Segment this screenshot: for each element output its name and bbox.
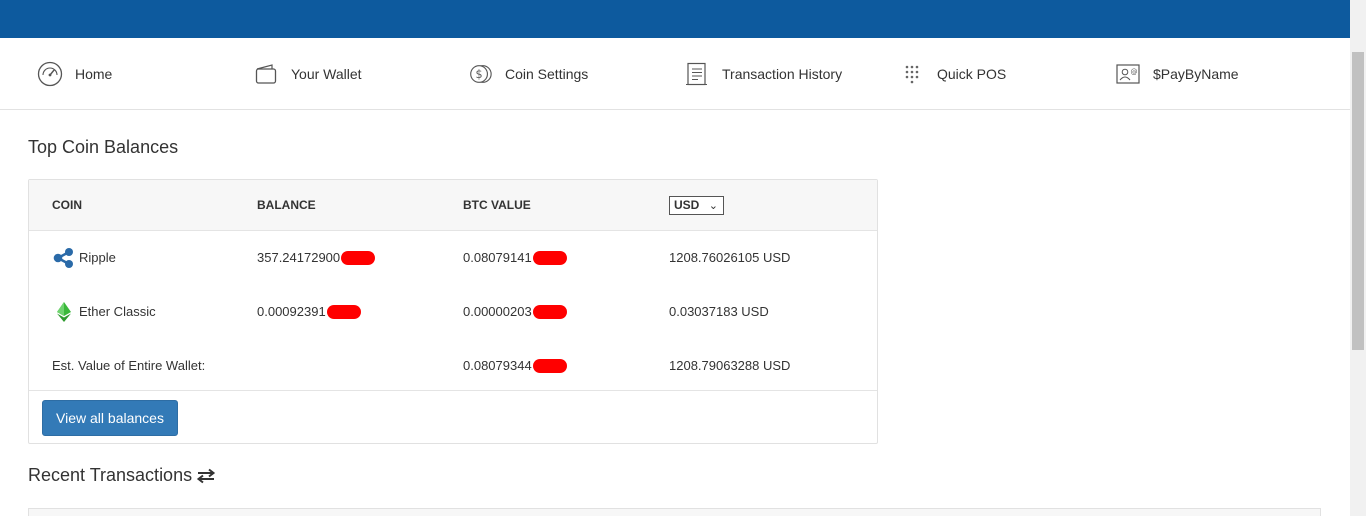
balance-value: 0.00092391 <box>257 304 326 319</box>
column-coin: COIN <box>52 198 82 212</box>
keypad-icon <box>899 61 925 87</box>
usd-value: 1208.76026105 USD <box>669 250 791 265</box>
btc-value-cell: 0.08079141 <box>463 231 567 285</box>
receipt-icon <box>684 61 710 87</box>
nav-label-your-wallet: Your Wallet <box>291 66 362 82</box>
total-label: Est. Value of Entire Wallet: <box>52 358 206 373</box>
ripple-icon <box>52 246 76 270</box>
panel-footer: View all balances <box>29 390 877 444</box>
coin-cell: Ripple <box>52 231 116 285</box>
top-bar <box>0 0 1350 38</box>
svg-text:@: @ <box>1131 68 1138 76</box>
svg-text:$: $ <box>476 68 483 81</box>
chevron-down-icon: ⌄ <box>708 200 718 212</box>
balance-cell: 357.24172900 <box>257 231 376 285</box>
btc-value-cell: 0.08079344 <box>463 339 567 393</box>
redaction-mark <box>532 358 567 373</box>
nav-item-quick-pos[interactable]: Quick POS <box>899 38 1006 110</box>
nav-item-paybyname[interactable]: @ $PayByName <box>1115 38 1239 110</box>
coin-cell: Ether Classic <box>52 285 156 339</box>
exchange-arrows-icon <box>196 468 216 484</box>
recent-transactions-heading: Recent Transactions <box>28 465 216 486</box>
balance-cell: 0.00092391 <box>257 285 361 339</box>
balances-panel: COIN BALANCE BTC VALUE USD ⌄ Ripple 357.… <box>28 179 878 444</box>
redaction-mark <box>341 250 376 265</box>
nav-item-your-wallet[interactable]: Your Wallet <box>253 38 362 110</box>
coin-name: Ripple <box>79 250 116 265</box>
table-row: Ether Classic 0.00092391 0.00000203 0.03… <box>29 285 877 339</box>
nav-label-quick-pos: Quick POS <box>937 66 1007 82</box>
speedometer-icon <box>37 61 63 87</box>
nav-label-coin-settings: Coin Settings <box>505 66 589 82</box>
ethereum-classic-icon <box>52 300 76 324</box>
recent-transactions-panel <box>28 508 1321 516</box>
nav-item-home[interactable]: Home <box>37 38 112 110</box>
coin-name: Ether Classic <box>79 304 156 319</box>
id-card-icon: @ <box>1115 61 1141 87</box>
btc-value-cell: 0.00000203 <box>463 285 567 339</box>
table-row: Ripple 357.24172900 0.08079141 1208.7602… <box>29 231 877 285</box>
total-row: Est. Value of Entire Wallet: 0.08079344 … <box>29 339 877 393</box>
table-header: COIN BALANCE BTC VALUE USD ⌄ <box>29 180 877 231</box>
top-coin-balances-title: Top Coin Balances <box>28 137 179 157</box>
redaction-mark <box>532 250 567 265</box>
nav-label-transaction-history: Transaction History <box>722 66 843 82</box>
wallet-icon <box>253 61 279 87</box>
recent-transactions-title: Recent Transactions <box>28 465 193 485</box>
nav-item-coin-settings[interactable]: $ Coin Settings <box>467 38 588 110</box>
coins-icon: $ <box>467 61 493 87</box>
scrollbar-thumb[interactable] <box>1352 52 1364 350</box>
main-nav: Home Your Wallet $ Coin Settings Transac… <box>0 38 1350 110</box>
column-balance: BALANCE <box>257 198 316 212</box>
column-btc-value: BTC VALUE <box>463 198 531 212</box>
nav-item-transaction-history[interactable]: Transaction History <box>684 38 842 110</box>
usd-value: 0.03037183 USD <box>669 304 769 319</box>
redaction-mark <box>532 304 567 319</box>
page-scrollbar[interactable] <box>1350 0 1366 516</box>
nav-label-home: Home <box>75 66 113 82</box>
btc-value: 0.00000203 <box>463 304 532 319</box>
total-btc-value: 0.08079344 <box>463 358 532 373</box>
view-all-balances-button[interactable]: View all balances <box>42 400 178 436</box>
total-usd-value: 1208.79063288 USD <box>669 358 791 373</box>
nav-label-paybyname: $PayByName <box>1153 66 1239 82</box>
redaction-mark <box>326 304 361 319</box>
currency-select[interactable]: USD ⌄ <box>669 196 724 215</box>
currency-select-value: USD <box>674 198 700 212</box>
balance-value: 357.24172900 <box>257 250 341 265</box>
btc-value: 0.08079141 <box>463 250 532 265</box>
